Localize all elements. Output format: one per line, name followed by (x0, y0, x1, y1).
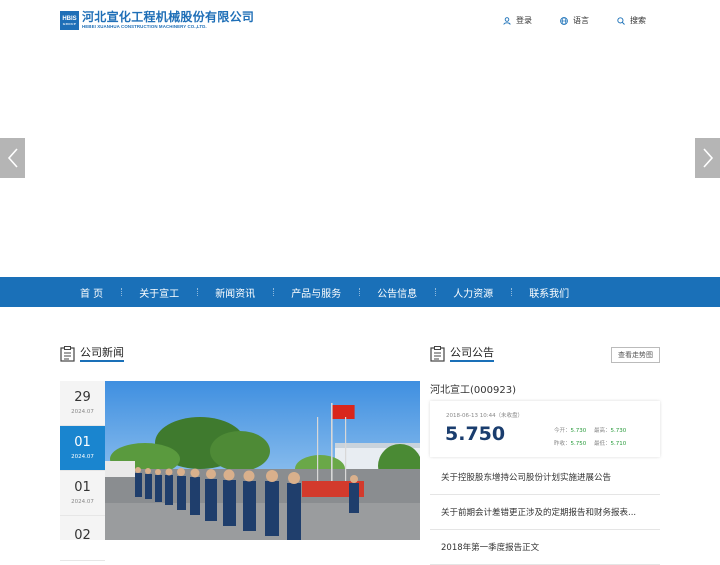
stock-name: 河北宣工(000923) (430, 385, 516, 396)
view-chart-button[interactable]: 查看走势图 (611, 347, 660, 363)
news-title: 公司新闻 (80, 346, 124, 362)
news-date-item[interactable]: 02 (60, 516, 105, 561)
nav-item-contact[interactable]: 联系我们 (511, 285, 587, 300)
nav-items: 首 页 关于宣工 新闻资讯 产品与服务 公告信息 人力资源 联系我们 (62, 277, 587, 307)
news-date-item[interactable]: 29 2024.07 (60, 381, 105, 426)
nav-item-hr[interactable]: 人力资源 (435, 285, 511, 300)
news-date-day: 02 (74, 528, 91, 543)
stock-stats: 今开：5.730 最高：5.730 昨收：5.750 最低：5.710 (554, 426, 634, 447)
logo-badge-sub: GROUP (62, 21, 77, 26)
user-icon (503, 16, 511, 25)
stock-quote-box[interactable]: 2018-06-13 10:44（未收盘） 5.750 今开：5.730 最高：… (430, 401, 660, 457)
news-photo-illustration (105, 381, 420, 540)
news-date-day: 01 (74, 480, 91, 495)
banner-next-button[interactable] (695, 138, 720, 178)
logo-chinese-name: 河北宣化工程机械股份有限公司 (82, 10, 255, 24)
company-logo[interactable]: HBIS GROUP 河北宣化工程机械股份有限公司 HEBEI XUANHUA … (60, 11, 254, 30)
search-label: 搜索 (630, 16, 646, 25)
news-date-month: 2024.07 (71, 409, 94, 415)
site-header: HBIS GROUP 河北宣化工程机械股份有限公司 HEBEI XUANHUA … (0, 0, 720, 42)
search-link[interactable]: 搜索 (617, 15, 646, 26)
logo-badge: HBIS GROUP (60, 11, 79, 30)
login-link[interactable]: 登录 (503, 15, 532, 26)
notice-item[interactable]: 2018年第一季度报告正文 (430, 530, 660, 565)
notice-title: 公司公告 (450, 346, 494, 362)
news-date-month: 2024.07 (71, 499, 94, 505)
language-label: 语言 (573, 16, 589, 25)
nav-item-products[interactable]: 产品与服务 (273, 285, 359, 300)
news-date-item[interactable]: 01 2024.07 (60, 471, 105, 516)
notice-section-title: 公司公告 (430, 346, 494, 362)
chevron-left-icon (7, 148, 18, 168)
news-date-month: 2024.07 (71, 454, 94, 460)
globe-icon (560, 16, 568, 25)
stock-time: 2018-06-13 10:44（未收盘） (446, 413, 524, 419)
news-date-day: 01 (74, 435, 91, 450)
language-link[interactable]: 语言 (560, 15, 589, 26)
document-icon (430, 346, 445, 362)
stock-stat-prev-close: 昨收：5.750 (554, 441, 587, 447)
notice-item[interactable]: 关于控股股东增持公司股份计划实施进展公告 (430, 460, 660, 495)
nav-item-announcements[interactable]: 公告信息 (359, 285, 435, 300)
stock-price: 5.750 (445, 423, 506, 445)
main-nav: 首 页 关于宣工 新闻资讯 产品与服务 公告信息 人力资源 联系我们 (0, 277, 720, 307)
nav-item-home[interactable]: 首 页 (62, 285, 121, 300)
logo-badge-text: HBIS (62, 15, 77, 22)
logo-english-name: HEBEI XUANHUA CONSTRUCTION MACHINERY CO.… (82, 24, 207, 29)
document-icon (60, 346, 75, 362)
stock-stat-low: 最低：5.710 (594, 441, 627, 447)
notice-block: 河北宣工(000923) 2018-06-13 10:44（未收盘） 5.750… (430, 381, 660, 565)
top-links: 登录 语言 搜索 (475, 15, 646, 26)
stock-stat-open: 今开：5.730 (554, 428, 587, 434)
notice-item[interactable]: 关于前期会计差错更正涉及的定期报告和财务报表... (430, 495, 660, 530)
news-date-list: 29 2024.07 01 2024.07 01 2024.07 02 (60, 381, 105, 561)
search-icon (617, 16, 625, 25)
news-section-title: 公司新闻 (60, 346, 124, 362)
logo-text: 河北宣化工程机械股份有限公司 HEBEI XUANHUA CONSTRUCTIO… (82, 11, 254, 30)
news-date-day: 29 (74, 390, 91, 405)
stock-stat-high: 最高：5.730 (594, 428, 627, 434)
news-date-item-active[interactable]: 01 2024.07 (60, 426, 105, 471)
banner-prev-button[interactable] (0, 138, 25, 178)
hero-banner (0, 42, 720, 277)
news-photo[interactable] (105, 381, 420, 540)
notice-list: 关于控股股东增持公司股份计划实施进展公告 关于前期会计差错更正涉及的定期报告和财… (430, 460, 660, 565)
login-label: 登录 (516, 16, 532, 25)
nav-item-about[interactable]: 关于宣工 (121, 285, 197, 300)
news-block: 29 2024.07 01 2024.07 01 2024.07 02 (60, 381, 420, 561)
nav-item-news[interactable]: 新闻资讯 (197, 285, 273, 300)
chevron-right-icon (702, 148, 713, 168)
